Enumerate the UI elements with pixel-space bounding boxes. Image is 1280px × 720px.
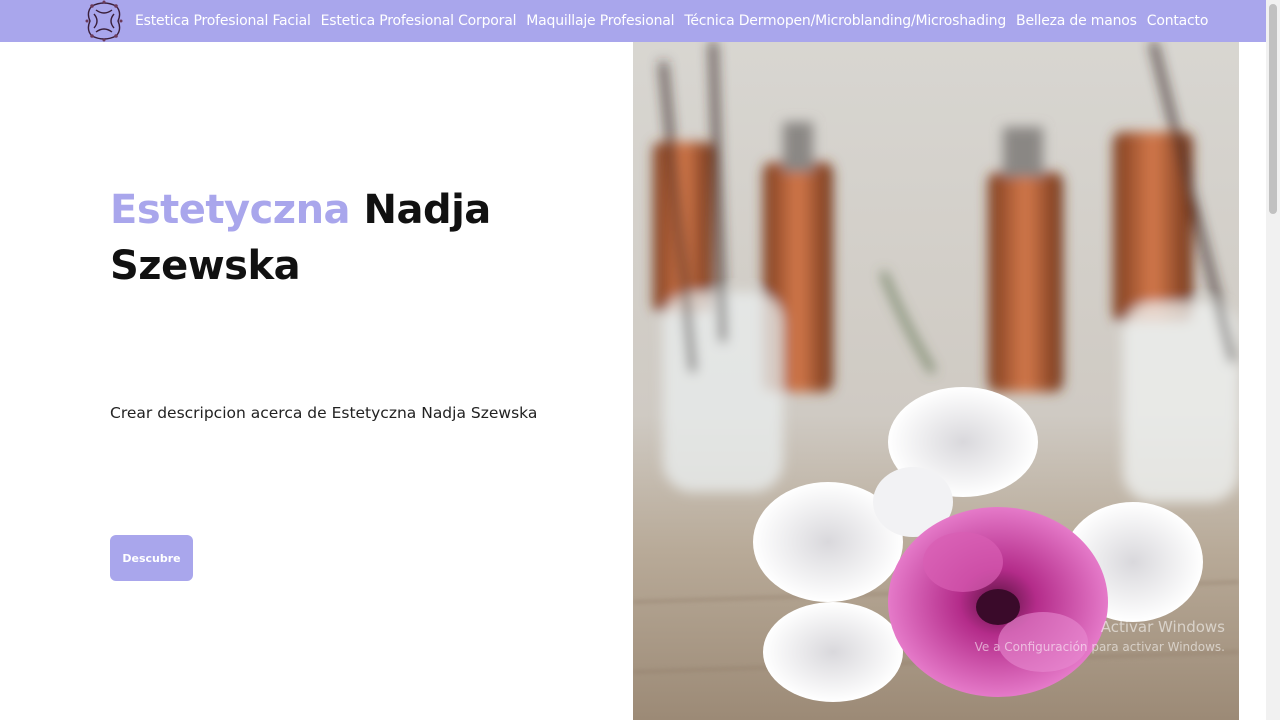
- nav-item-facial[interactable]: Estetica Profesional Facial: [130, 13, 316, 29]
- brand-logo[interactable]: [82, 0, 126, 42]
- hero-description: Crear descripcion acerca de Estetyczna N…: [110, 404, 538, 422]
- nav-menu: Estetica Profesional Facial Estetica Pro…: [130, 0, 1213, 42]
- hero-title-accent: Estetyczna: [110, 187, 351, 233]
- nav-item-dermopen[interactable]: Técnica Dermopen/Microblanding/Microshad…: [679, 13, 1011, 29]
- nav-item-corporal[interactable]: Estetica Profesional Corporal: [316, 13, 522, 29]
- watermark-title: Activar Windows: [1100, 618, 1225, 636]
- top-navbar: Estetica Profesional Facial Estetica Pro…: [0, 0, 1266, 42]
- nav-item-manos[interactable]: Belleza de manos: [1011, 13, 1142, 29]
- nav-item-maquillaje[interactable]: Maquillaje Profesional: [521, 13, 679, 29]
- hero-title: Estetyczna Nadja Szewska: [110, 182, 570, 294]
- discover-button[interactable]: Descubre: [110, 535, 193, 581]
- scrollbar-thumb[interactable]: [1269, 4, 1277, 214]
- windows-activation-watermark: Activar Windows Ve a Configuración para …: [975, 617, 1225, 657]
- nav-item-contacto[interactable]: Contacto: [1142, 13, 1213, 29]
- watermark-subtitle: Ve a Configuración para activar Windows.: [974, 640, 1225, 654]
- page-scrollbar[interactable]: [1266, 0, 1280, 720]
- hero-image-spa-flowers: Activar Windows Ve a Configuración para …: [633, 42, 1239, 720]
